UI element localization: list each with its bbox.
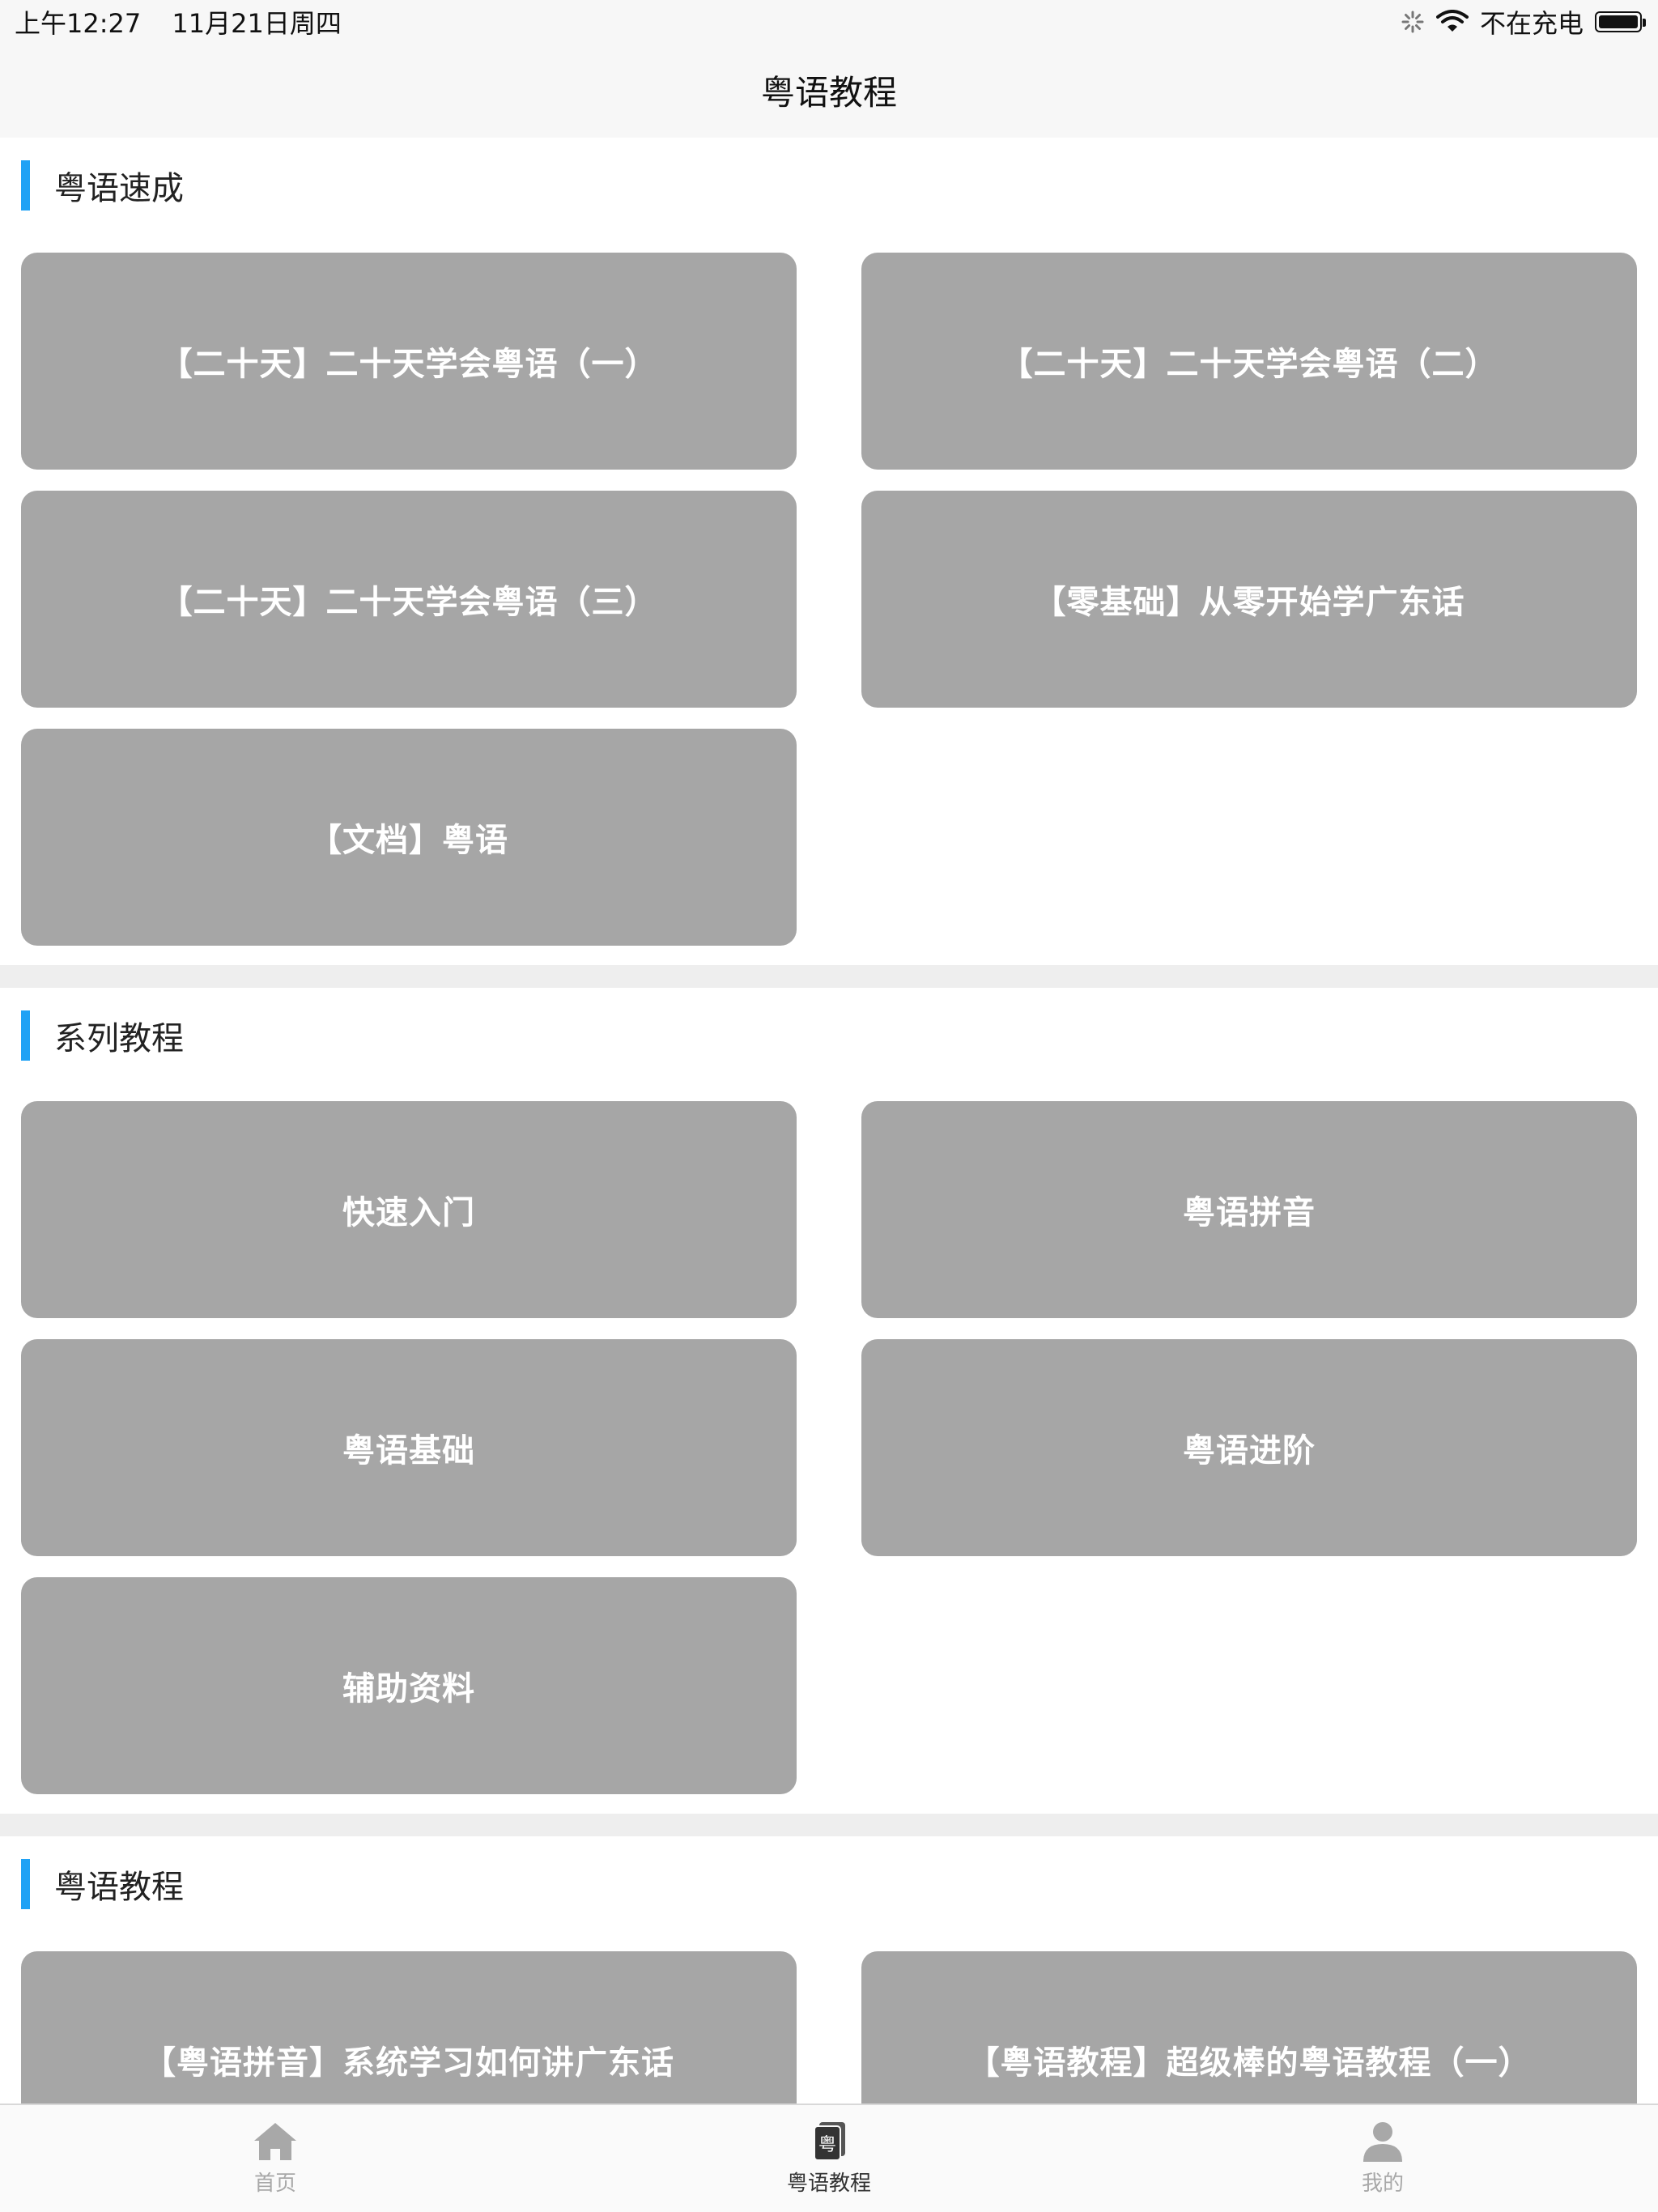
battery-icon xyxy=(1595,11,1646,32)
tab-home[interactable]: 首页 xyxy=(178,2120,372,2197)
status-bar: 上午12:27 11月21日周四 不在充电 xyxy=(0,0,1658,42)
course-card[interactable]: 粤语基础 xyxy=(21,1339,797,1556)
course-card[interactable]: 【零基础】从零开始学广东话 xyxy=(861,491,1637,708)
course-card[interactable]: 【粤语拼音】系统学习如何讲广东话 xyxy=(21,1951,797,2104)
section-header: 粤语速成 xyxy=(21,160,184,211)
course-card[interactable]: 【文档】粤语 xyxy=(21,729,797,946)
section-title: 粤语教程 xyxy=(54,1869,184,1906)
section-cantonese-course: 粤语教程 【粤语拼音】系统学习如何讲广东话 【粤语教程】超级棒的粤语教程（一） xyxy=(0,1836,1658,2104)
home-icon xyxy=(254,2123,296,2160)
course-card[interactable]: 粤语进阶 xyxy=(861,1339,1637,1556)
book-icon-glyph: 粤 xyxy=(818,2135,836,2155)
section-accent-bar xyxy=(21,160,30,211)
course-card[interactable]: 【粤语教程】超级棒的粤语教程（一） xyxy=(861,1951,1637,2104)
tab-label: 首页 xyxy=(253,2172,296,2196)
tab-me[interactable]: 我的 xyxy=(1286,2120,1480,2197)
tab-label: 我的 xyxy=(1361,2172,1404,2196)
course-card[interactable]: 快速入门 xyxy=(21,1101,797,1318)
section-title: 系列教程 xyxy=(54,1020,184,1057)
course-card[interactable]: 辅助资料 xyxy=(21,1577,797,1794)
section-header: 粤语教程 xyxy=(21,1859,184,1909)
section-accent-bar xyxy=(21,1010,30,1061)
course-card[interactable]: 【二十天】二十天学会粤语（三） xyxy=(21,491,797,708)
page-title: 粤语教程 xyxy=(760,72,897,113)
course-card[interactable]: 【二十天】二十天学会粤语（二） xyxy=(861,253,1637,470)
section-header: 系列教程 xyxy=(21,1010,184,1061)
section-accent-bar xyxy=(21,1859,30,1909)
section-series-course: 系列教程 快速入门 粤语拼音 粤语基础 粤语进阶 辅助资料 xyxy=(0,988,1658,1814)
person-icon xyxy=(1363,2122,1402,2162)
tab-label: 粤语教程 xyxy=(786,2172,871,2196)
status-left: 上午12:27 11月21日周四 xyxy=(15,3,364,40)
nav-bar: 粤语教程 xyxy=(0,42,1658,138)
activity-spinner-icon xyxy=(1401,11,1424,33)
status-time: 上午12:27 xyxy=(15,8,142,39)
status-date: 11月21日周四 xyxy=(172,8,342,39)
section-divider xyxy=(0,1814,1658,1836)
section-title: 粤语速成 xyxy=(54,170,184,207)
course-card[interactable]: 【二十天】二十天学会粤语（一） xyxy=(21,253,797,470)
course-card[interactable]: 粤语拼音 xyxy=(861,1101,1637,1318)
section-divider xyxy=(0,965,1658,988)
status-right: 不在充电 xyxy=(1401,3,1646,40)
charging-status: 不在充电 xyxy=(1479,8,1584,39)
wifi-icon xyxy=(1435,10,1469,32)
book-icon: 粤 xyxy=(814,2122,845,2161)
tab-cantonese-course[interactable]: 粤 粤语教程 xyxy=(732,2120,926,2197)
section-quick-course: 粤语速成 【二十天】二十天学会粤语（一） 【二十天】二十天学会粤语（二） 【二十… xyxy=(0,138,1658,965)
tab-bar: 首页 粤 粤语教程 我的 xyxy=(0,2104,1658,2212)
